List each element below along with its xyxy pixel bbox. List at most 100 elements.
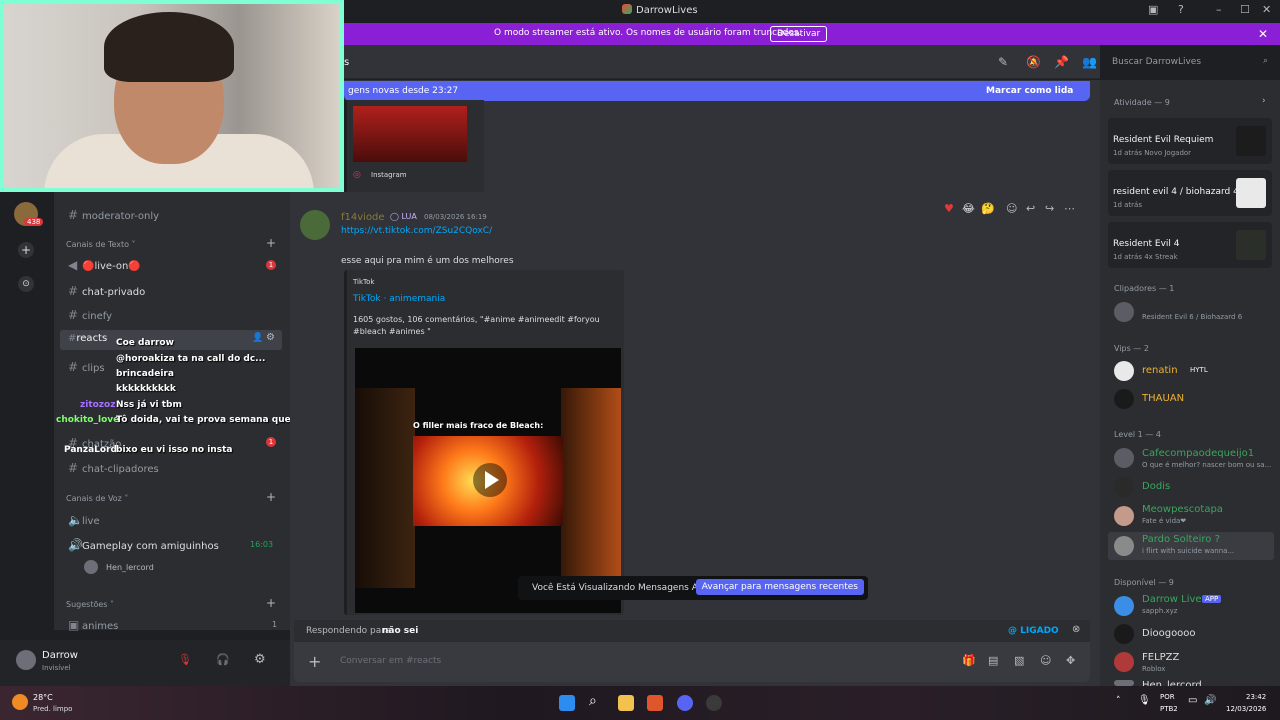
brave-browser-icon[interactable] [647, 695, 663, 711]
avatar[interactable] [1114, 302, 1134, 322]
attach-plus-icon[interactable]: + [308, 652, 321, 671]
avatar[interactable] [1114, 448, 1134, 468]
avatar[interactable] [1114, 477, 1134, 497]
avatar[interactable] [1114, 596, 1134, 616]
avatar[interactable] [1114, 389, 1134, 409]
message-composer: + Conversar em #reacts 🎁 ▤ ▧ ☺ ✥ [294, 642, 1090, 682]
apps-icon[interactable]: ✥ [1066, 654, 1075, 667]
close-banner-icon[interactable]: ✕ [1258, 27, 1268, 41]
member-name[interactable]: Pardo Solteiro ? [1142, 534, 1220, 545]
message-input[interactable]: Conversar em #reacts [340, 656, 441, 666]
reply-mention-toggle[interactable]: @ LIGADO [1008, 626, 1059, 636]
gift-icon[interactable]: 🎁 [962, 654, 976, 667]
embed-title[interactable]: TikTok · animemania [353, 294, 445, 304]
voice-channel-gameplay[interactable]: 🔊Gameplay com amiguinhos [68, 538, 219, 552]
weather-icon[interactable] [12, 694, 28, 710]
avatar[interactable] [300, 210, 330, 240]
add-reaction-icon[interactable]: ☺ [1006, 202, 1017, 215]
inbox-icon[interactable]: ▣ [1148, 3, 1158, 16]
mark-as-read-button[interactable]: Marcar como lida [986, 86, 1073, 96]
twitch-username: chokito_love [56, 415, 120, 425]
member-name[interactable]: FELPZZ [1142, 652, 1179, 663]
activity-card[interactable]: resident evil 4 / biohazard 4 1d atrás [1108, 170, 1272, 216]
thinking-reaction-icon[interactable]: 🤔 [981, 202, 995, 215]
channel-moderator-only[interactable]: # moderator-only [68, 208, 159, 222]
discord-icon[interactable] [677, 695, 693, 711]
pin-icon[interactable]: 📌 [1054, 55, 1069, 69]
avatar[interactable] [1114, 624, 1134, 644]
reply-icon[interactable]: ↩ [1026, 202, 1035, 215]
start-icon[interactable] [559, 695, 575, 711]
threads-icon[interactable]: ✎ [998, 55, 1008, 69]
channel-live-on[interactable]: ◀ 🔴live-on🔴 [68, 258, 141, 272]
help-icon[interactable]: ? [1178, 3, 1184, 16]
channel-cinefy[interactable]: # cinefy [68, 308, 112, 322]
avatar[interactable] [1114, 536, 1134, 556]
explore-icon[interactable]: ⊙ [18, 276, 34, 292]
language-secondary[interactable]: PTB2 [1160, 705, 1178, 713]
play-icon[interactable] [473, 463, 507, 497]
member-name[interactable]: Dodis [1142, 481, 1170, 492]
clock-time[interactable]: 23:42 [1246, 693, 1266, 701]
member-name[interactable]: Meowpescotapa [1142, 504, 1223, 515]
voice-channel-live[interactable]: 🔈live [68, 513, 100, 527]
user-settings-gear-icon[interactable]: ⚙ [254, 652, 266, 667]
tray-expand-icon[interactable]: ˄ [1116, 696, 1121, 706]
heart-reaction-icon[interactable]: ♥ [944, 202, 954, 215]
embed-video[interactable]: O filler mais fraco de Bleach: [355, 348, 621, 613]
voice-user-name[interactable]: Hen_lercord [106, 563, 154, 572]
forward-icon[interactable]: ↪ [1045, 202, 1054, 215]
cancel-reply-icon[interactable]: ⊗ [1072, 624, 1080, 635]
category-voice-channels[interactable]: Canais de Voz ˅ [66, 494, 128, 503]
network-icon[interactable]: ▭ [1188, 695, 1197, 706]
sticker-icon[interactable]: ▧ [1014, 654, 1024, 667]
volume-icon[interactable]: 🔊 [1204, 695, 1216, 706]
add-text-channel-icon[interactable]: + [266, 236, 276, 250]
avatar[interactable] [1114, 652, 1134, 672]
maximize-button[interactable]: ☐ [1240, 3, 1250, 16]
channel-chat-privado[interactable]: # chat-privado [68, 284, 145, 298]
category-text-channels[interactable]: Canais de Texto ˅ [66, 240, 136, 249]
obs-icon[interactable] [706, 695, 722, 711]
microphone-icon[interactable]: 🎙 [1138, 695, 1151, 706]
member-name[interactable]: renatin [1142, 365, 1178, 376]
close-window-button[interactable]: ✕ [1262, 3, 1271, 16]
channel-chat-clipadores[interactable]: # chat-clipadores [68, 461, 159, 475]
message-link[interactable]: https://vt.tiktok.com/ZSu2CQoxC/ [341, 226, 492, 236]
channel-animes[interactable]: ▣ animes [68, 618, 118, 632]
disable-streamer-mode-button[interactable]: Desativar [770, 26, 828, 42]
laugh-reaction-icon[interactable]: 😂 [962, 202, 975, 215]
message-author[interactable]: f14viode [341, 212, 385, 223]
minimize-button[interactable]: – [1216, 3, 1222, 16]
member-name[interactable]: Cafecompaodequeijo1 [1142, 448, 1254, 459]
avatar[interactable] [1114, 361, 1134, 381]
member-list-icon[interactable]: 👥 [1082, 55, 1097, 69]
member-name[interactable]: THAUAN [1142, 393, 1184, 404]
category-suggestions[interactable]: Sugestões ˅ [66, 600, 114, 609]
activity-card[interactable]: Resident Evil Requiem 1d atrás Novo Joga… [1108, 118, 1272, 164]
chevron-right-icon[interactable]: › [1262, 96, 1266, 106]
member-name[interactable]: Darrow Live [1142, 594, 1202, 605]
add-voice-channel-icon[interactable]: + [266, 490, 276, 504]
search-taskbar-icon[interactable]: ⌕ [589, 693, 597, 709]
activity-card[interactable]: Resident Evil 4 1d atrás 4x Streak [1108, 222, 1272, 268]
avatar[interactable] [16, 650, 36, 670]
gif-icon[interactable]: ▤ [988, 654, 998, 667]
language-primary[interactable]: POR [1160, 693, 1175, 701]
mute-mic-icon[interactable]: 🎙 [178, 653, 192, 666]
emoji-icon[interactable]: ☺ [1040, 654, 1051, 667]
search-input[interactable]: Buscar DarrowLives ⌕ [1104, 53, 1274, 73]
more-options-icon[interactable]: ⋯ [1064, 202, 1075, 215]
embed-image[interactable] [353, 106, 467, 162]
clock-date[interactable]: 12/03/2026 [1226, 705, 1266, 713]
member-name[interactable]: Dioogoooo [1142, 628, 1196, 639]
deafen-icon[interactable]: 🎧 [216, 653, 230, 666]
new-messages-bar[interactable]: gens novas desde 23:27 Marcar como lida [344, 81, 1090, 101]
vips-header: Vips — 2 [1114, 344, 1149, 353]
jump-to-present-button[interactable]: Avançar para mensagens recentes [695, 579, 864, 595]
file-explorer-icon[interactable] [618, 695, 634, 711]
notifications-icon[interactable]: 🔕 [1026, 55, 1041, 69]
add-suggestion-channel-icon[interactable]: + [266, 596, 276, 610]
add-server-icon[interactable]: + [18, 242, 34, 258]
avatar[interactable] [1114, 506, 1134, 526]
